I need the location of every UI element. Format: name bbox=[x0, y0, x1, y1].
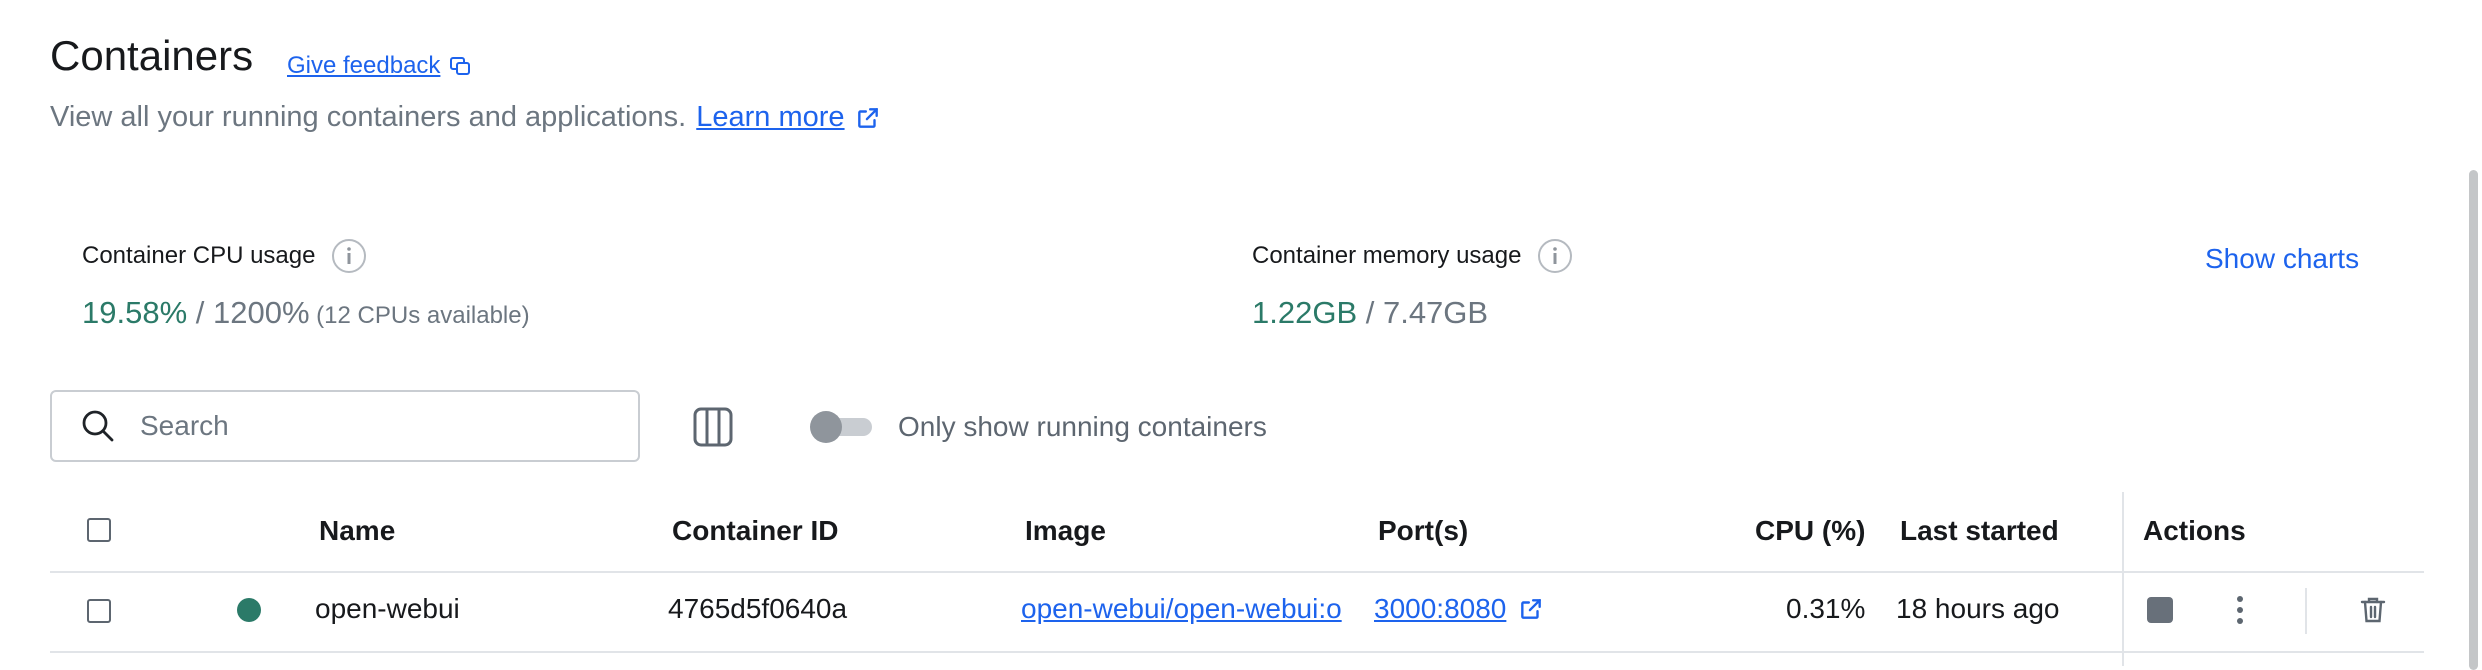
cpu-usage-current: 19.58% bbox=[82, 295, 188, 330]
table-row-divider bbox=[50, 651, 2424, 653]
cpu-usage-total: / 1200% bbox=[187, 295, 310, 330]
more-options-icon[interactable] bbox=[2228, 594, 2252, 626]
column-header-container-id[interactable]: Container ID bbox=[672, 515, 838, 547]
subtitle-text: View all your running containers and app… bbox=[50, 101, 687, 133]
ports-cell: 3000:8080 bbox=[1374, 593, 1544, 625]
external-link-icon[interactable] bbox=[1518, 596, 1544, 622]
show-charts-button[interactable]: Show charts bbox=[2205, 243, 2359, 275]
cpu-usage-value: 19.58% / 1200% (12 CPUs available) bbox=[82, 295, 530, 331]
search-box[interactable] bbox=[50, 390, 640, 462]
table-header-divider bbox=[50, 571, 2424, 573]
containers-page: Containers Give feedback View all your r… bbox=[0, 0, 2482, 670]
cpu-usage-label-row: Container CPU usage bbox=[82, 238, 367, 274]
search-input[interactable] bbox=[138, 409, 602, 443]
port-link[interactable]: 3000:8080 bbox=[1374, 593, 1506, 625]
cpu-usage-label: Container CPU usage bbox=[82, 242, 316, 269]
scrollbar[interactable] bbox=[2469, 170, 2478, 670]
container-name[interactable]: open-webui bbox=[315, 593, 460, 625]
info-icon[interactable] bbox=[1537, 238, 1573, 274]
search-icon bbox=[82, 410, 114, 442]
memory-usage-total: / 7.47GB bbox=[1357, 295, 1489, 330]
columns-icon[interactable] bbox=[692, 406, 734, 448]
memory-usage-label: Container memory usage bbox=[1252, 242, 1522, 269]
delete-icon[interactable] bbox=[2358, 595, 2388, 625]
memory-usage-current: 1.22GB bbox=[1252, 295, 1358, 330]
learn-more-link[interactable]: Learn more bbox=[696, 101, 880, 134]
cpu-percent: 0.31% bbox=[1786, 593, 1866, 624]
info-icon[interactable] bbox=[331, 238, 367, 274]
select-all-checkbox[interactable] bbox=[87, 518, 111, 542]
container-id: 4765d5f0640a bbox=[668, 593, 848, 624]
column-header-ports[interactable]: Port(s) bbox=[1378, 515, 1468, 547]
external-link-icon bbox=[857, 107, 878, 128]
last-started: 18 hours ago bbox=[1896, 593, 2060, 624]
memory-usage-value: 1.22GB / 7.47GB bbox=[1252, 295, 1488, 331]
give-feedback-link[interactable]: Give feedback bbox=[287, 52, 472, 80]
column-header-cpu[interactable]: CPU (%) bbox=[1755, 515, 1865, 547]
running-status-dot bbox=[237, 598, 261, 622]
stop-icon[interactable] bbox=[2146, 596, 2174, 624]
give-feedback-label: Give feedback bbox=[287, 52, 441, 79]
actions-separator bbox=[2305, 588, 2307, 634]
page-subtitle: View all your running containers and app… bbox=[50, 101, 881, 134]
image-link[interactable]: open-webui/open-webui:o bbox=[1021, 593, 1357, 625]
running-only-label: Only show running containers bbox=[898, 411, 1267, 442]
actions-column-divider bbox=[2122, 492, 2124, 666]
row-select-checkbox[interactable] bbox=[87, 599, 111, 623]
toggle-knob bbox=[810, 411, 842, 443]
running-only-toggle[interactable] bbox=[810, 411, 872, 443]
column-header-image[interactable]: Image bbox=[1025, 515, 1106, 547]
learn-more-label: Learn more bbox=[696, 101, 845, 133]
memory-usage-label-row: Container memory usage bbox=[1252, 238, 1573, 274]
column-header-last-started[interactable]: Last started bbox=[1900, 515, 2059, 547]
feedback-icon bbox=[450, 57, 471, 75]
column-header-name[interactable]: Name bbox=[319, 515, 395, 547]
page-title: Containers bbox=[50, 32, 254, 79]
cpu-available-note: (12 CPUs available) bbox=[309, 302, 530, 329]
column-header-actions: Actions bbox=[2143, 515, 2246, 546]
